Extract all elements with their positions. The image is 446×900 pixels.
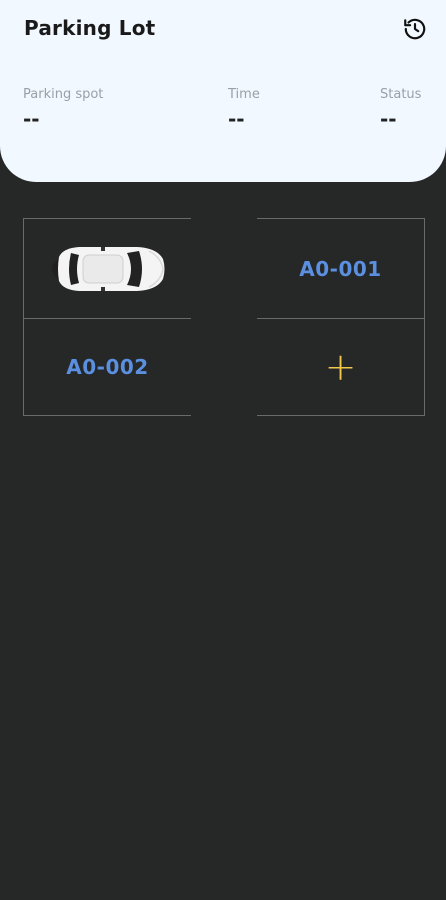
- parking-slot-occupied[interactable]: [23, 218, 191, 318]
- parking-grid: A0-001 A0-002 +: [23, 218, 425, 416]
- status-value: --: [380, 107, 397, 131]
- parking-spot-label: Parking spot: [23, 87, 104, 102]
- car-icon: [49, 243, 167, 295]
- slot-code: A0-001: [299, 256, 382, 281]
- slot-code: A0-002: [66, 355, 149, 379]
- parking-spot-value: --: [23, 107, 40, 131]
- parking-slot[interactable]: A0-001: [257, 218, 425, 318]
- add-slot-button[interactable]: +: [257, 318, 425, 416]
- time-info: Time --: [228, 87, 260, 130]
- history-button[interactable]: [400, 16, 430, 46]
- history-icon: [402, 16, 428, 46]
- status-info: Status --: [380, 87, 421, 130]
- header-card: Parking Lot Parking spot -- Time -- Stat…: [0, 0, 446, 182]
- time-label: Time: [228, 87, 260, 102]
- status-label: Status: [380, 87, 422, 102]
- plus-icon: +: [324, 345, 357, 389]
- parking-slot[interactable]: A0-002: [23, 318, 191, 416]
- page-title: Parking Lot: [24, 16, 156, 40]
- parking-spot-info: Parking spot --: [23, 87, 103, 130]
- time-value: --: [228, 107, 245, 131]
